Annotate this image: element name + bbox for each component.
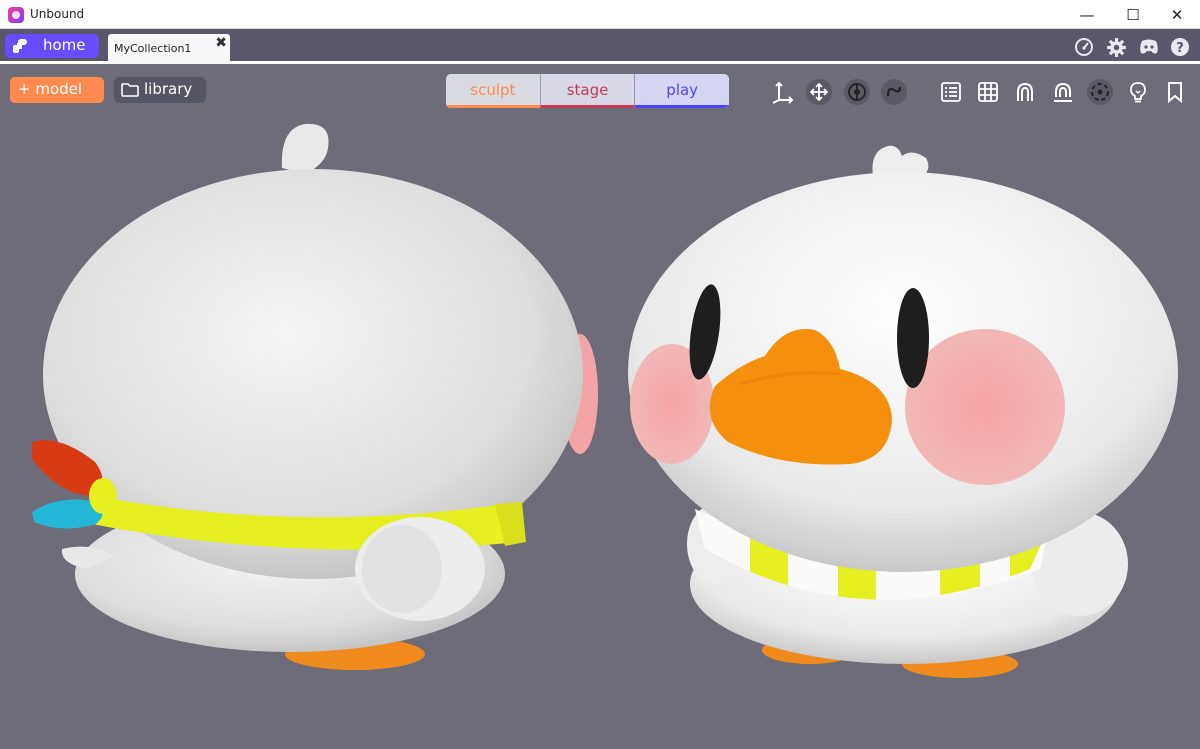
app-logo-icon — [8, 7, 24, 23]
bookmark-icon[interactable] — [1162, 79, 1188, 105]
help-icon[interactable]: ? — [1169, 36, 1191, 58]
home-logo-icon — [13, 39, 27, 53]
tab-bar: home MyCollection1 ✖ ? — [0, 29, 1200, 64]
close-tab-icon[interactable]: ✖ — [215, 35, 227, 51]
move-icon[interactable] — [806, 79, 832, 105]
folder-icon — [121, 83, 139, 97]
symmetry-icon[interactable] — [844, 79, 870, 105]
mode-play-button[interactable]: play — [635, 74, 729, 108]
discord-icon[interactable] — [1138, 36, 1160, 58]
home-tab[interactable]: home — [5, 34, 99, 58]
home-tab-label: home — [43, 36, 86, 54]
library-button[interactable]: library — [114, 77, 206, 103]
list-icon[interactable] — [938, 79, 964, 105]
duck-model-right — [628, 145, 1178, 678]
tab-mycollection1[interactable]: MyCollection1 ✖ — [108, 34, 230, 64]
library-label: library — [144, 80, 193, 98]
scene-render — [32, 123, 1178, 678]
gear-icon[interactable] — [1105, 36, 1127, 58]
mode-switcher: sculpt stage play — [446, 74, 729, 108]
mode-stage-button[interactable]: stage — [539, 74, 636, 108]
mode-sculpt-button[interactable]: sculpt — [446, 74, 540, 108]
minimize-button[interactable]: — — [1064, 0, 1110, 29]
snap-icon[interactable] — [1050, 79, 1076, 105]
close-window-button[interactable]: ✕ — [1154, 0, 1200, 29]
camera-icon[interactable] — [1087, 79, 1113, 105]
window-titlebar: Unbound — ☐ ✕ — [0, 0, 1200, 29]
magnet-icon[interactable] — [1012, 79, 1038, 105]
light-bulb-icon[interactable] — [1125, 79, 1151, 105]
svg-text:?: ? — [1176, 41, 1184, 56]
document-tab-label: MyCollection1 — [114, 42, 192, 55]
grid-icon[interactable] — [975, 79, 1001, 105]
curve-icon[interactable] — [881, 79, 907, 105]
add-model-button[interactable]: + model — [10, 77, 104, 103]
window-title: Unbound — [30, 7, 85, 21]
maximize-button[interactable]: ☐ — [1110, 0, 1156, 29]
add-model-label: + model — [18, 80, 83, 98]
3d-viewport[interactable]: + model library sculpt stage play — [0, 64, 1200, 749]
duck-model-left — [32, 123, 598, 670]
speedometer-icon[interactable] — [1073, 36, 1095, 58]
gizmo-axes-icon[interactable] — [769, 79, 795, 105]
